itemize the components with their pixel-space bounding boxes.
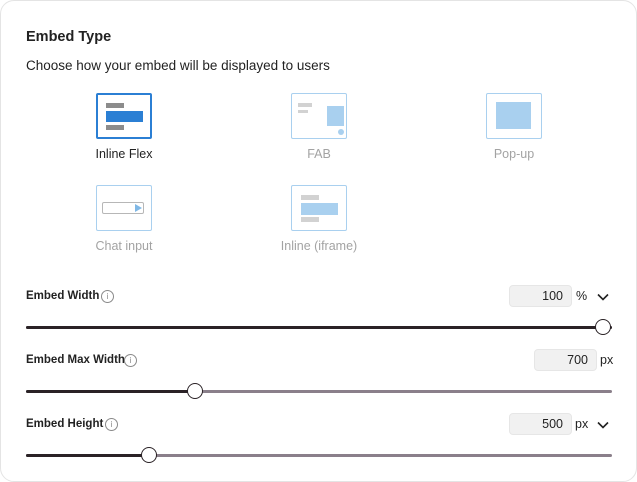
embed-height-label: Embed Height [26,418,104,430]
slider-thumb[interactable] [595,319,611,335]
embed-type-chat-input[interactable]: Chat input [64,185,184,253]
slider-fill [26,326,612,329]
embed-type-inline-flex[interactable]: Inline Flex [64,93,184,161]
embed-max-width-input[interactable]: 700 [534,349,597,371]
info-icon[interactable]: i [105,418,118,431]
inline-flex-icon [96,93,152,139]
embed-max-width-unit: px [600,353,614,367]
info-icon[interactable]: i [101,290,114,303]
embed-max-width-label: Embed Max Width [26,354,125,366]
chevron-down-icon[interactable] [597,421,609,429]
embed-type-label: Chat input [95,239,153,253]
embed-type-popup[interactable]: Pop-up [454,93,574,161]
embed-height-input[interactable]: 500 [509,413,572,435]
slider-thumb[interactable] [187,383,204,399]
chevron-down-icon[interactable] [597,293,609,301]
slider-fill [26,390,196,393]
section-title: Embed Type [26,29,112,45]
embed-type-fab[interactable]: FAB [259,93,379,161]
embed-width-slider[interactable] [26,319,612,335]
fab-icon [291,93,347,139]
embed-settings-panel: Embed Type Choose how your embed will be… [0,0,637,482]
inline-iframe-icon [291,185,347,231]
chat-input-icon [96,185,152,231]
embed-width-label: Embed Width [26,290,100,302]
embed-type-label: FAB [307,147,331,161]
embed-type-label: Inline (iframe) [280,239,358,253]
popup-icon [486,93,542,139]
embed-width-unit: % [576,289,588,303]
embed-type-label: Pop-up [493,147,535,161]
embed-width-input[interactable]: 100 [509,285,572,307]
slider-fill [26,454,150,457]
embed-type-inline-iframe[interactable]: Inline (iframe) [259,185,379,253]
embed-height-slider[interactable] [26,447,612,463]
section-subtitle: Choose how your embed will be displayed … [26,58,330,73]
embed-max-width-slider[interactable] [26,383,612,399]
embed-type-label: Inline Flex [95,147,153,161]
info-icon[interactable]: i [124,354,137,367]
embed-height-unit: px [575,417,589,431]
slider-thumb[interactable] [140,447,157,463]
